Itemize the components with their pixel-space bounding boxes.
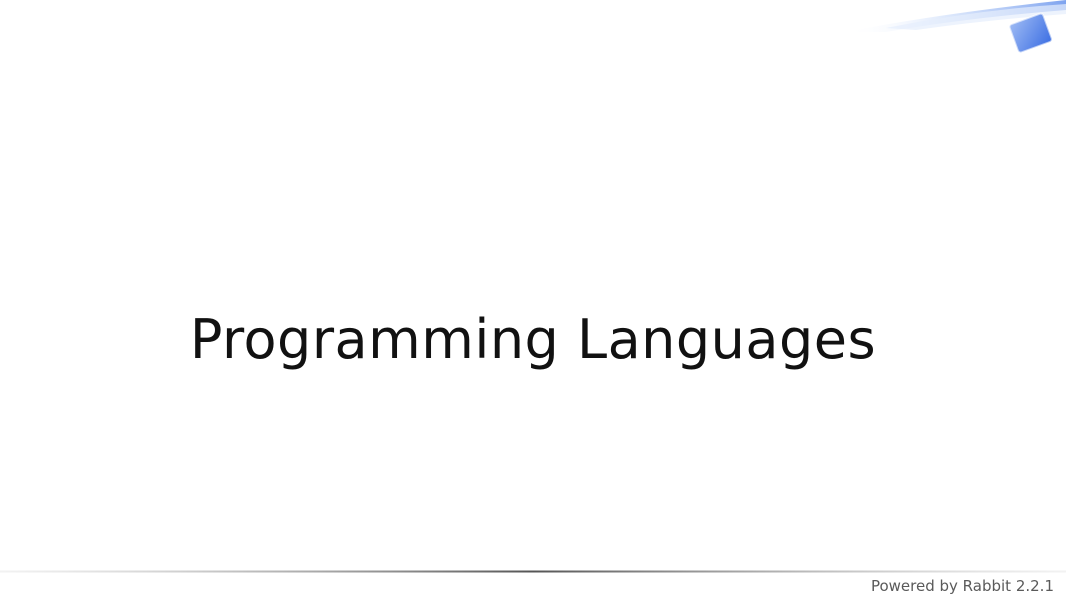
slide-title: Programming Languages xyxy=(189,308,877,371)
corner-square-icon xyxy=(1008,12,1053,54)
corner-swoosh-icon xyxy=(846,0,1066,54)
powered-by-footer: Powered by Rabbit 2.2.1 xyxy=(870,577,1054,595)
footer-divider xyxy=(0,570,1066,573)
presentation-slide: Programming Languages Powered by Rabbit … xyxy=(0,0,1066,600)
